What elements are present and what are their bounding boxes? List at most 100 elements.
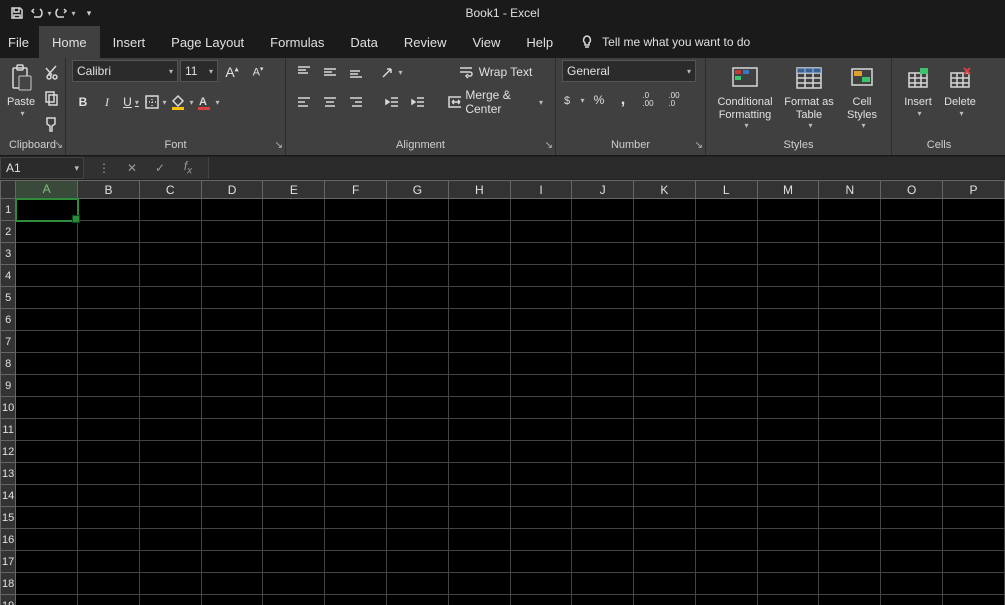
cell-K18[interactable] bbox=[634, 573, 696, 595]
row-header-10[interactable]: 10 bbox=[1, 397, 16, 419]
cell-C12[interactable] bbox=[139, 441, 201, 463]
cell-B10[interactable] bbox=[78, 397, 140, 419]
cell-A12[interactable] bbox=[16, 441, 78, 463]
cancel-formula-button[interactable]: ✕ bbox=[120, 156, 144, 180]
align-left-button[interactable] bbox=[292, 90, 316, 114]
cell-K11[interactable] bbox=[634, 419, 696, 441]
cell-P16[interactable] bbox=[943, 529, 1005, 551]
column-header-O[interactable]: O bbox=[881, 181, 943, 199]
cell-N6[interactable] bbox=[819, 309, 881, 331]
cell-O15[interactable] bbox=[881, 507, 943, 529]
cell-H12[interactable] bbox=[448, 441, 510, 463]
cell-O9[interactable] bbox=[881, 375, 943, 397]
cell-B17[interactable] bbox=[78, 551, 140, 573]
cell-I17[interactable] bbox=[510, 551, 572, 573]
increase-font-button[interactable]: A▴ bbox=[220, 60, 244, 84]
cell-N3[interactable] bbox=[819, 243, 881, 265]
cell-J13[interactable] bbox=[572, 463, 634, 485]
cell-M12[interactable] bbox=[757, 441, 819, 463]
format-as-table-button[interactable]: Format as Table bbox=[780, 60, 838, 132]
cell-C8[interactable] bbox=[139, 353, 201, 375]
cell-M4[interactable] bbox=[757, 265, 819, 287]
cell-H14[interactable] bbox=[448, 485, 510, 507]
cell-I3[interactable] bbox=[510, 243, 572, 265]
column-header-H[interactable]: H bbox=[448, 181, 510, 199]
cell-D16[interactable] bbox=[201, 529, 263, 551]
cell-G18[interactable] bbox=[387, 573, 449, 595]
cell-L11[interactable] bbox=[695, 419, 757, 441]
font-color-button[interactable]: A bbox=[196, 90, 220, 114]
cell-G15[interactable] bbox=[387, 507, 449, 529]
cell-B18[interactable] bbox=[78, 573, 140, 595]
cell-P7[interactable] bbox=[943, 331, 1005, 353]
row-header-19[interactable]: 19 bbox=[1, 595, 16, 605]
percent-button[interactable]: % bbox=[588, 88, 610, 112]
cell-G16[interactable] bbox=[387, 529, 449, 551]
cell-J16[interactable] bbox=[572, 529, 634, 551]
cell-G19[interactable] bbox=[387, 595, 449, 605]
cell-M10[interactable] bbox=[757, 397, 819, 419]
cell-F15[interactable] bbox=[325, 507, 387, 529]
cell-P4[interactable] bbox=[943, 265, 1005, 287]
column-header-F[interactable]: F bbox=[325, 181, 387, 199]
cell-L14[interactable] bbox=[695, 485, 757, 507]
cell-D7[interactable] bbox=[201, 331, 263, 353]
row-header-14[interactable]: 14 bbox=[1, 485, 16, 507]
cell-D5[interactable] bbox=[201, 287, 263, 309]
cell-B7[interactable] bbox=[78, 331, 140, 353]
cell-K13[interactable] bbox=[634, 463, 696, 485]
cell-H2[interactable] bbox=[448, 221, 510, 243]
cell-D18[interactable] bbox=[201, 573, 263, 595]
cell-L17[interactable] bbox=[695, 551, 757, 573]
cell-J10[interactable] bbox=[572, 397, 634, 419]
cell-F7[interactable] bbox=[325, 331, 387, 353]
cell-O2[interactable] bbox=[881, 221, 943, 243]
cell-N7[interactable] bbox=[819, 331, 881, 353]
cell-L16[interactable] bbox=[695, 529, 757, 551]
cell-C10[interactable] bbox=[139, 397, 201, 419]
cell-P15[interactable] bbox=[943, 507, 1005, 529]
cell-G2[interactable] bbox=[387, 221, 449, 243]
cell-C7[interactable] bbox=[139, 331, 201, 353]
cell-L15[interactable] bbox=[695, 507, 757, 529]
cell-N18[interactable] bbox=[819, 573, 881, 595]
cell-P9[interactable] bbox=[943, 375, 1005, 397]
row-header-15[interactable]: 15 bbox=[1, 507, 16, 529]
cell-A19[interactable] bbox=[16, 595, 78, 605]
cell-J4[interactable] bbox=[572, 265, 634, 287]
cell-B11[interactable] bbox=[78, 419, 140, 441]
row-header-17[interactable]: 17 bbox=[1, 551, 16, 573]
cell-J6[interactable] bbox=[572, 309, 634, 331]
cell-H8[interactable] bbox=[448, 353, 510, 375]
cell-D17[interactable] bbox=[201, 551, 263, 573]
align-middle-button[interactable] bbox=[318, 60, 342, 84]
cell-G14[interactable] bbox=[387, 485, 449, 507]
cell-A7[interactable] bbox=[16, 331, 78, 353]
cell-D3[interactable] bbox=[201, 243, 263, 265]
cell-O16[interactable] bbox=[881, 529, 943, 551]
cell-C9[interactable] bbox=[139, 375, 201, 397]
cell-G3[interactable] bbox=[387, 243, 449, 265]
cell-I7[interactable] bbox=[510, 331, 572, 353]
cell-H5[interactable] bbox=[448, 287, 510, 309]
redo-button[interactable] bbox=[54, 2, 76, 24]
cell-G8[interactable] bbox=[387, 353, 449, 375]
cell-C15[interactable] bbox=[139, 507, 201, 529]
format-painter-button[interactable] bbox=[40, 112, 64, 136]
save-button[interactable] bbox=[6, 2, 28, 24]
cell-M19[interactable] bbox=[757, 595, 819, 605]
cell-H10[interactable] bbox=[448, 397, 510, 419]
cell-F17[interactable] bbox=[325, 551, 387, 573]
cell-M14[interactable] bbox=[757, 485, 819, 507]
cell-B2[interactable] bbox=[78, 221, 140, 243]
cell-A17[interactable] bbox=[16, 551, 78, 573]
cell-L8[interactable] bbox=[695, 353, 757, 375]
dialog-launcher-clipboard[interactable]: ↘ bbox=[55, 138, 63, 154]
cell-N10[interactable] bbox=[819, 397, 881, 419]
cell-I19[interactable] bbox=[510, 595, 572, 605]
cell-A18[interactable] bbox=[16, 573, 78, 595]
cell-G12[interactable] bbox=[387, 441, 449, 463]
name-box[interactable]: A1 ▾ bbox=[0, 157, 84, 179]
cell-O1[interactable] bbox=[881, 199, 943, 221]
cell-C17[interactable] bbox=[139, 551, 201, 573]
